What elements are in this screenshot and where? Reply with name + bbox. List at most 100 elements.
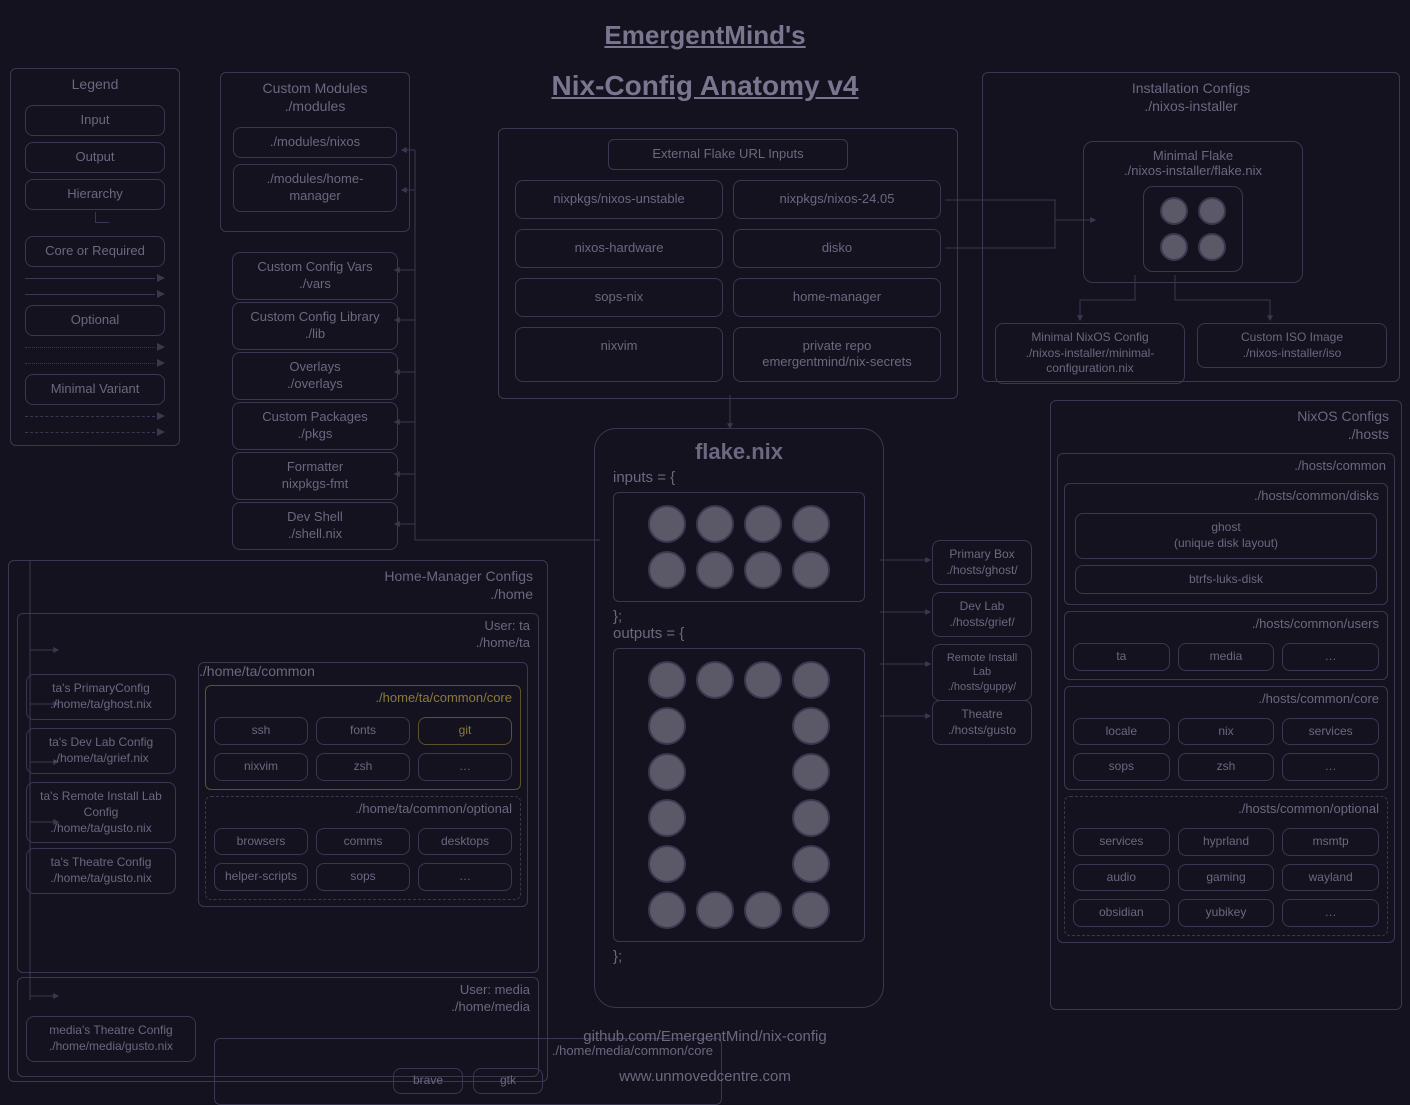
ext-sops-nix: sops-nix xyxy=(515,278,723,317)
flake-outputs-close: }; xyxy=(595,948,883,965)
legend-hierarchy: Hierarchy xyxy=(25,179,165,210)
legend-input: Input xyxy=(25,105,165,136)
hosts-opt-obsidian: obsidian xyxy=(1073,899,1170,927)
legend-head: Legend xyxy=(11,69,179,99)
flake-nix-panel: flake.nix inputs = { }; outputs = { }; xyxy=(594,428,884,1008)
hosts-users-panel: ./hosts/common/users ta media … xyxy=(1064,611,1388,680)
ext-nixpkgs-unstable: nixpkgs/nixos-unstable xyxy=(515,180,723,219)
ta-optional-panel: ./home/ta/common/optional browsers comms… xyxy=(205,796,521,900)
flake-circle-icon xyxy=(648,661,686,699)
ta-opt-helper: helper-scripts xyxy=(214,863,308,891)
custom-iso-image: Custom ISO Image ./nixos-installer/iso xyxy=(1197,323,1387,368)
hosts-opt-services: services xyxy=(1073,828,1170,856)
flake-circle-icon xyxy=(792,891,830,929)
extra-formatter: Formatter nixpkgs-fmt xyxy=(232,452,398,500)
footer-github: github.com/EmergentMind/nix-config xyxy=(583,1028,826,1045)
ta-common-panel: ./home/ta/common ./home/ta/common/core s… xyxy=(198,662,528,906)
hosts-head: NixOS Configs ./hosts xyxy=(1051,401,1401,449)
hosts-core-locale: locale xyxy=(1073,718,1170,746)
flake-circle-icon xyxy=(792,505,830,543)
flake-circle-icon xyxy=(792,707,830,745)
hosts-core-nix: nix xyxy=(1178,718,1275,746)
ext-home-manager: home-manager xyxy=(733,278,941,317)
legend-panel: Legend Input Output Hierarchy Core or Re… xyxy=(10,68,180,446)
ta-core-ssh: ssh xyxy=(214,717,308,745)
ta-primary-cfg: ta's PrimaryConfig ./home/ta/ghost.nix xyxy=(26,674,176,719)
legend-core: Core or Required xyxy=(25,236,165,267)
ta-core-more: … xyxy=(418,753,512,781)
host-remote: Remote Install Lab ./hosts/guppy/ xyxy=(932,644,1032,701)
legend-minimal: Minimal Variant xyxy=(25,374,165,405)
ext-nixpkgs-24-05: nixpkgs/nixos-24.05 xyxy=(733,180,941,219)
hosts-users-head: ./hosts/common/users xyxy=(1065,612,1387,635)
minimal-flake-box: Minimal Flake ./nixos-installer/flake.ni… xyxy=(1083,141,1303,283)
flake-inputs-block xyxy=(613,492,865,602)
media-core-gtk: gtk xyxy=(473,1068,543,1094)
home-head: Home-Manager Configs ./home xyxy=(9,561,547,609)
hosts-opt-hyprland: hyprland xyxy=(1178,828,1275,856)
title-1: EmergentMind's xyxy=(604,20,805,51)
arrow-solid-icon xyxy=(25,273,165,283)
extra-lib: Custom Config Library ./lib xyxy=(232,302,398,350)
flake-circle-icon xyxy=(792,845,830,883)
ta-core-panel: ./home/ta/common/core ssh fonts git nixv… xyxy=(205,685,521,789)
flake-circle-icon xyxy=(1160,197,1188,225)
ta-remote-cfg: ta's Remote Install Lab Config ./home/ta… xyxy=(26,782,176,843)
flake-circle-icon xyxy=(1160,233,1188,261)
flake-circle-icon xyxy=(648,505,686,543)
extra-overlays: Overlays ./overlays xyxy=(232,352,398,400)
ta-opt-browsers: browsers xyxy=(214,828,308,856)
hosts-disks-btrfs: btrfs-luks-disk xyxy=(1075,565,1377,595)
hosts-opt-msmtp: msmtp xyxy=(1282,828,1379,856)
ta-optional-head: ./home/ta/common/optional xyxy=(206,797,520,820)
ta-opt-comms: comms xyxy=(316,828,410,856)
arrow-dashed-icon xyxy=(25,427,165,437)
title-2: Nix-Config Anatomy v4 xyxy=(552,70,859,102)
install-panel: Installation Configs ./nixos-installer M… xyxy=(982,72,1400,382)
hosts-disks-panel: ./hosts/common/disks ghost (unique disk … xyxy=(1064,483,1388,605)
ext-disko: disko xyxy=(733,229,941,268)
arrow-dotted-icon xyxy=(25,358,165,368)
arrow-dashed-icon xyxy=(25,411,165,421)
extra-shell: Dev Shell ./shell.nix xyxy=(232,502,398,550)
flake-circle-icon xyxy=(648,753,686,791)
hosts-optional-panel: ./hosts/common/optional services hyprlan… xyxy=(1064,796,1388,936)
flake-circle-icon xyxy=(648,891,686,929)
hosts-user-more: … xyxy=(1282,643,1379,671)
flake-circle-icon xyxy=(744,551,782,589)
hosts-user-ta: ta xyxy=(1073,643,1170,671)
module-nixos: ./modules/nixos xyxy=(233,127,397,158)
flake-inputs-open: inputs = { xyxy=(595,469,883,486)
legend-optional: Optional xyxy=(25,305,165,336)
flake-circle-icon xyxy=(696,891,734,929)
flake-circle-icon xyxy=(696,661,734,699)
ta-opt-desktops: desktops xyxy=(418,828,512,856)
hosts-common-panel: ./hosts/common ./hosts/common/disks ghos… xyxy=(1057,453,1395,942)
flake-outputs-open: outputs = { xyxy=(595,625,883,642)
ta-dev-cfg: ta's Dev Lab Config ./home/ta/grief.nix xyxy=(26,728,176,773)
custom-modules-head: Custom Modules ./modules xyxy=(221,73,409,121)
hosts-core-more: … xyxy=(1282,753,1379,781)
hosts-opt-wayland: wayland xyxy=(1282,864,1379,892)
flake-circle-icon xyxy=(792,753,830,791)
flake-circle-icon xyxy=(1198,197,1226,225)
ext-private-repo: private repo emergentmind/nix-secrets xyxy=(733,327,941,383)
module-home-manager: ./modules/home-manager xyxy=(233,164,397,212)
hosts-optional-head: ./hosts/common/optional xyxy=(1065,797,1387,820)
host-dev: Dev Lab ./hosts/grief/ xyxy=(932,592,1032,637)
ta-opt-sops: sops xyxy=(316,863,410,891)
ta-opt-more: … xyxy=(418,863,512,891)
hosts-opt-more: … xyxy=(1282,899,1379,927)
ta-core-head: ./home/ta/common/core xyxy=(206,686,520,709)
media-core-brave: brave xyxy=(393,1068,463,1094)
ta-core-fonts: fonts xyxy=(316,717,410,745)
flake-circle-icon xyxy=(1198,233,1226,261)
legend-output: Output xyxy=(25,142,165,173)
external-inputs-panel: External Flake URL Inputs nixpkgs/nixos-… xyxy=(498,128,958,399)
user-ta-box: User: ta ./home/ta ta's PrimaryConfig ./… xyxy=(17,613,539,973)
ta-common-head: ./home/ta/common xyxy=(199,663,527,679)
flake-circle-icon xyxy=(792,661,830,699)
hosts-core-sops: sops xyxy=(1073,753,1170,781)
flake-circle-icon xyxy=(792,799,830,837)
ta-core-git: git xyxy=(418,717,512,745)
